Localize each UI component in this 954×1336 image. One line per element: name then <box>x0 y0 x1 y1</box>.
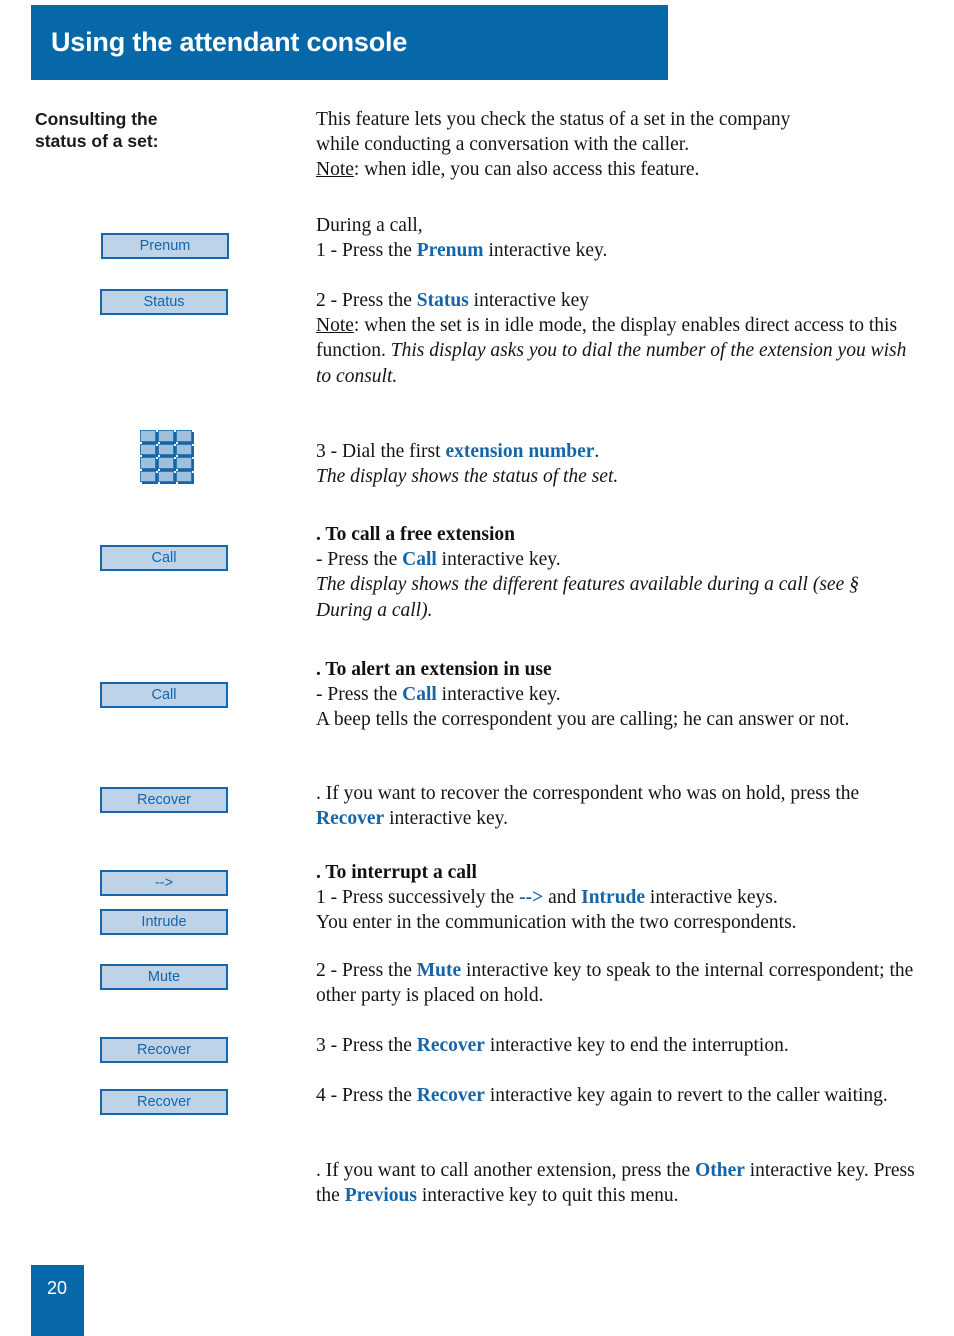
key-button-label: Intrude <box>141 913 187 930</box>
keyword-next-arrow: --> <box>519 887 544 909</box>
note-label: Note <box>316 159 354 181</box>
note-label: Note <box>316 315 354 337</box>
subheading-alert-extension-in-use: . To alert an extension in use <box>316 659 552 680</box>
alert-ext-prefix: - Press the <box>316 684 403 706</box>
interrupt-suffix: interactive keys. <box>645 887 778 909</box>
step3-suffix: . <box>594 441 600 462</box>
keyword-call: Call <box>402 684 437 706</box>
keypad-key <box>176 443 192 455</box>
interrupt-middle: and <box>543 887 582 909</box>
key-button-call-alert[interactable]: Call <box>100 682 228 708</box>
interrupt2-prefix: 2 - Press the <box>316 960 417 981</box>
keypad-key <box>176 457 192 469</box>
paragraph-recover-hold: . If you want to recover the corresponde… <box>316 781 916 831</box>
free-ext-suffix: interactive key. <box>436 549 561 571</box>
interrupt3-prefix: 3 - Press the <box>316 1035 417 1056</box>
keypad-key <box>140 430 156 442</box>
keyword-intrude: Intrude <box>581 887 646 909</box>
interactive-keys-column: Prenum Status Call Call Recover --> Intr… <box>0 103 300 1283</box>
step2-italic: This display asks you to dial the number… <box>316 340 907 387</box>
other-ext-suffix: interactive key to quit this menu. <box>416 1185 679 1207</box>
key-button-label: Status <box>143 293 185 310</box>
key-button-prenum[interactable]: Prenum <box>101 233 229 259</box>
interrupt4-suffix: interactive key again to revert to the c… <box>484 1085 888 1106</box>
key-button-status[interactable]: Status <box>100 289 228 315</box>
key-button-label: Recover <box>137 1041 191 1058</box>
step3-prefix: 3 - Dial the first <box>316 441 446 462</box>
key-button-recover-end[interactable]: Recover <box>100 1037 228 1063</box>
recover-hold-prefix: . If you want to recover the corresponde… <box>316 783 860 804</box>
dial-keypad-icon <box>140 430 192 482</box>
note-text: : when idle, you can also access this fe… <box>353 159 700 181</box>
key-button-label: Call <box>151 549 177 566</box>
key-button-call-free[interactable]: Call <box>100 545 228 571</box>
paragraph-alert-extension: . To alert an extension in use - Press t… <box>316 657 916 733</box>
keypad-key <box>140 470 156 482</box>
paragraph-interrupt-call: . To interrupt a call 1 - Press successi… <box>316 860 916 936</box>
alert-ext-suffix: interactive key. <box>436 684 561 706</box>
keyword-recover: Recover <box>416 1085 485 1106</box>
keypad-key <box>176 470 192 482</box>
alert-ext-body: A beep tells the correspondent you are c… <box>316 709 850 731</box>
intro-line1: This feature lets you check the status o… <box>316 109 791 130</box>
paragraph-step3: 3 - Dial the first extension number. The… <box>316 439 916 489</box>
paragraph-step1: During a call, 1 - Press the Prenum inte… <box>316 213 916 263</box>
keypad-key <box>176 430 192 442</box>
free-ext-italic: The display shows the different features… <box>316 574 859 621</box>
subheading-call-free-extension: . To call a free extension <box>316 524 515 545</box>
free-ext-prefix: - Press the <box>316 549 403 571</box>
step2-suffix: interactive key <box>468 290 589 311</box>
paragraph-step2: 2 - Press the Status interactive key Not… <box>316 288 916 389</box>
key-button-recover-revert[interactable]: Recover <box>100 1089 228 1115</box>
interrupt4-prefix: 4 - Press the <box>316 1085 417 1106</box>
subheading-interrupt-a-call: . To interrupt a call <box>316 862 477 883</box>
page-number-block: 20 <box>31 1265 84 1336</box>
keyword-mute: Mute <box>416 960 462 981</box>
step1-prefix: 1 - Press the <box>316 240 417 262</box>
keyword-previous: Previous <box>344 1185 417 1207</box>
paragraph-intro: This feature lets you check the status o… <box>316 107 916 183</box>
key-button-mute[interactable]: Mute <box>100 964 228 990</box>
interrupt-prefix: 1 - Press successively the <box>316 887 520 909</box>
key-button-next-arrow[interactable]: --> <box>100 870 228 896</box>
key-button-label: Recover <box>137 791 191 808</box>
keypad-key <box>158 443 174 455</box>
key-button-label: Prenum <box>139 237 191 254</box>
keyword-recover: Recover <box>316 808 385 830</box>
paragraph-free-extension: . To call a free extension - Press the C… <box>316 522 916 623</box>
keypad-key <box>140 457 156 469</box>
step1-suffix: interactive key. <box>483 240 608 262</box>
other-ext-prefix: . If you want to call another extension,… <box>316 1160 696 1181</box>
page-number: 20 <box>47 1278 68 1298</box>
keyword-call: Call <box>402 549 437 571</box>
recover-hold-suffix: interactive key. <box>384 808 509 830</box>
keyword-other: Other <box>695 1160 745 1181</box>
paragraph-interrupt-step2: 2 - Press the Mute interactive key to sp… <box>316 958 916 1008</box>
interrupt-body: You enter in the communication with the … <box>316 912 797 934</box>
interrupt3-suffix: interactive key to end the interruption. <box>484 1035 789 1056</box>
keypad-key <box>158 430 174 442</box>
keypad-key <box>140 443 156 455</box>
keyword-extension-number: extension number <box>445 441 595 462</box>
step2-prefix: 2 - Press the <box>316 290 417 311</box>
key-button-intrude[interactable]: Intrude <box>100 909 228 935</box>
step1-lead: During a call, <box>316 215 423 236</box>
keypad-key <box>158 457 174 469</box>
keypad-key <box>158 470 174 482</box>
keyword-recover: Recover <box>416 1035 485 1056</box>
page-title: Using the attendant console <box>51 27 408 57</box>
key-button-label: Recover <box>137 1093 191 1110</box>
step3-italic: The display shows the status of the set. <box>316 466 619 488</box>
key-button-label: Mute <box>147 968 181 985</box>
page-header-banner: Using the attendant console <box>31 5 668 80</box>
key-button-recover-hold[interactable]: Recover <box>100 787 228 813</box>
intro-line2: while conducting a conversation with the… <box>316 134 690 156</box>
keyword-status: Status <box>416 290 469 311</box>
key-button-label: --> <box>154 874 174 891</box>
key-button-label: Call <box>151 686 177 703</box>
keyword-prenum: Prenum <box>416 240 484 262</box>
paragraph-interrupt-step4: 4 - Press the Recover interactive key ag… <box>316 1083 916 1108</box>
paragraph-other-extension: . If you want to call another extension,… <box>316 1158 916 1208</box>
paragraph-interrupt-step3: 3 - Press the Recover interactive key to… <box>316 1033 916 1058</box>
